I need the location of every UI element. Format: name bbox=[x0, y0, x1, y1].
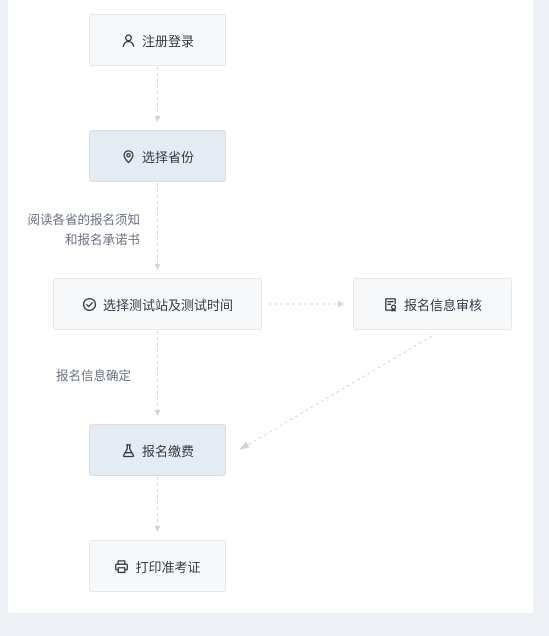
node-print-admission-ticket[interactable]: 打印准考证 bbox=[89, 540, 226, 592]
edge-label-read-notice-line2: 和报名承诺书 bbox=[64, 232, 140, 247]
arrowhead-payment-from-review bbox=[239, 441, 250, 450]
node-select-province[interactable]: 选择省份 bbox=[89, 130, 226, 182]
node-select-site-and-time[interactable]: 选择测试站及测试时间 bbox=[53, 278, 262, 330]
location-pin-icon bbox=[123, 149, 134, 163]
node-info-review[interactable]: 报名信息审核 bbox=[353, 278, 512, 330]
printer-icon bbox=[115, 559, 129, 573]
user-icon bbox=[122, 33, 135, 47]
document-review-icon bbox=[385, 297, 397, 312]
node-register-login[interactable]: 注册登录 bbox=[89, 14, 226, 66]
node-payment[interactable]: 报名缴费 bbox=[89, 424, 226, 476]
node-payment-label: 报名缴费 bbox=[141, 444, 194, 460]
node-print-admission-ticket-label: 打印准考证 bbox=[135, 560, 201, 576]
node-register-login-label: 注册登录 bbox=[141, 34, 194, 50]
edge-label-read-notice-line1: 阅读各省的报名须知 bbox=[27, 212, 140, 227]
arrowhead-payment bbox=[154, 410, 161, 416]
arrowhead-review bbox=[338, 301, 344, 307]
check-circle-icon bbox=[82, 297, 97, 311]
node-info-review-label: 报名信息审核 bbox=[403, 298, 482, 314]
flask-icon bbox=[122, 443, 135, 457]
arrowhead-site bbox=[154, 264, 161, 270]
node-select-province-label: 选择省份 bbox=[141, 150, 194, 166]
node-select-site-and-time-label: 选择测试站及测试时间 bbox=[102, 298, 233, 314]
edge-label-confirm-info: 报名信息确定 bbox=[56, 368, 132, 383]
arrowhead-print bbox=[154, 526, 161, 532]
edge-label-read-notice: 阅读各省的报名须知 和报名承诺书 bbox=[14, 210, 140, 250]
edge-review-to-payment bbox=[247, 335, 433, 446]
arrowhead-province bbox=[154, 116, 161, 122]
